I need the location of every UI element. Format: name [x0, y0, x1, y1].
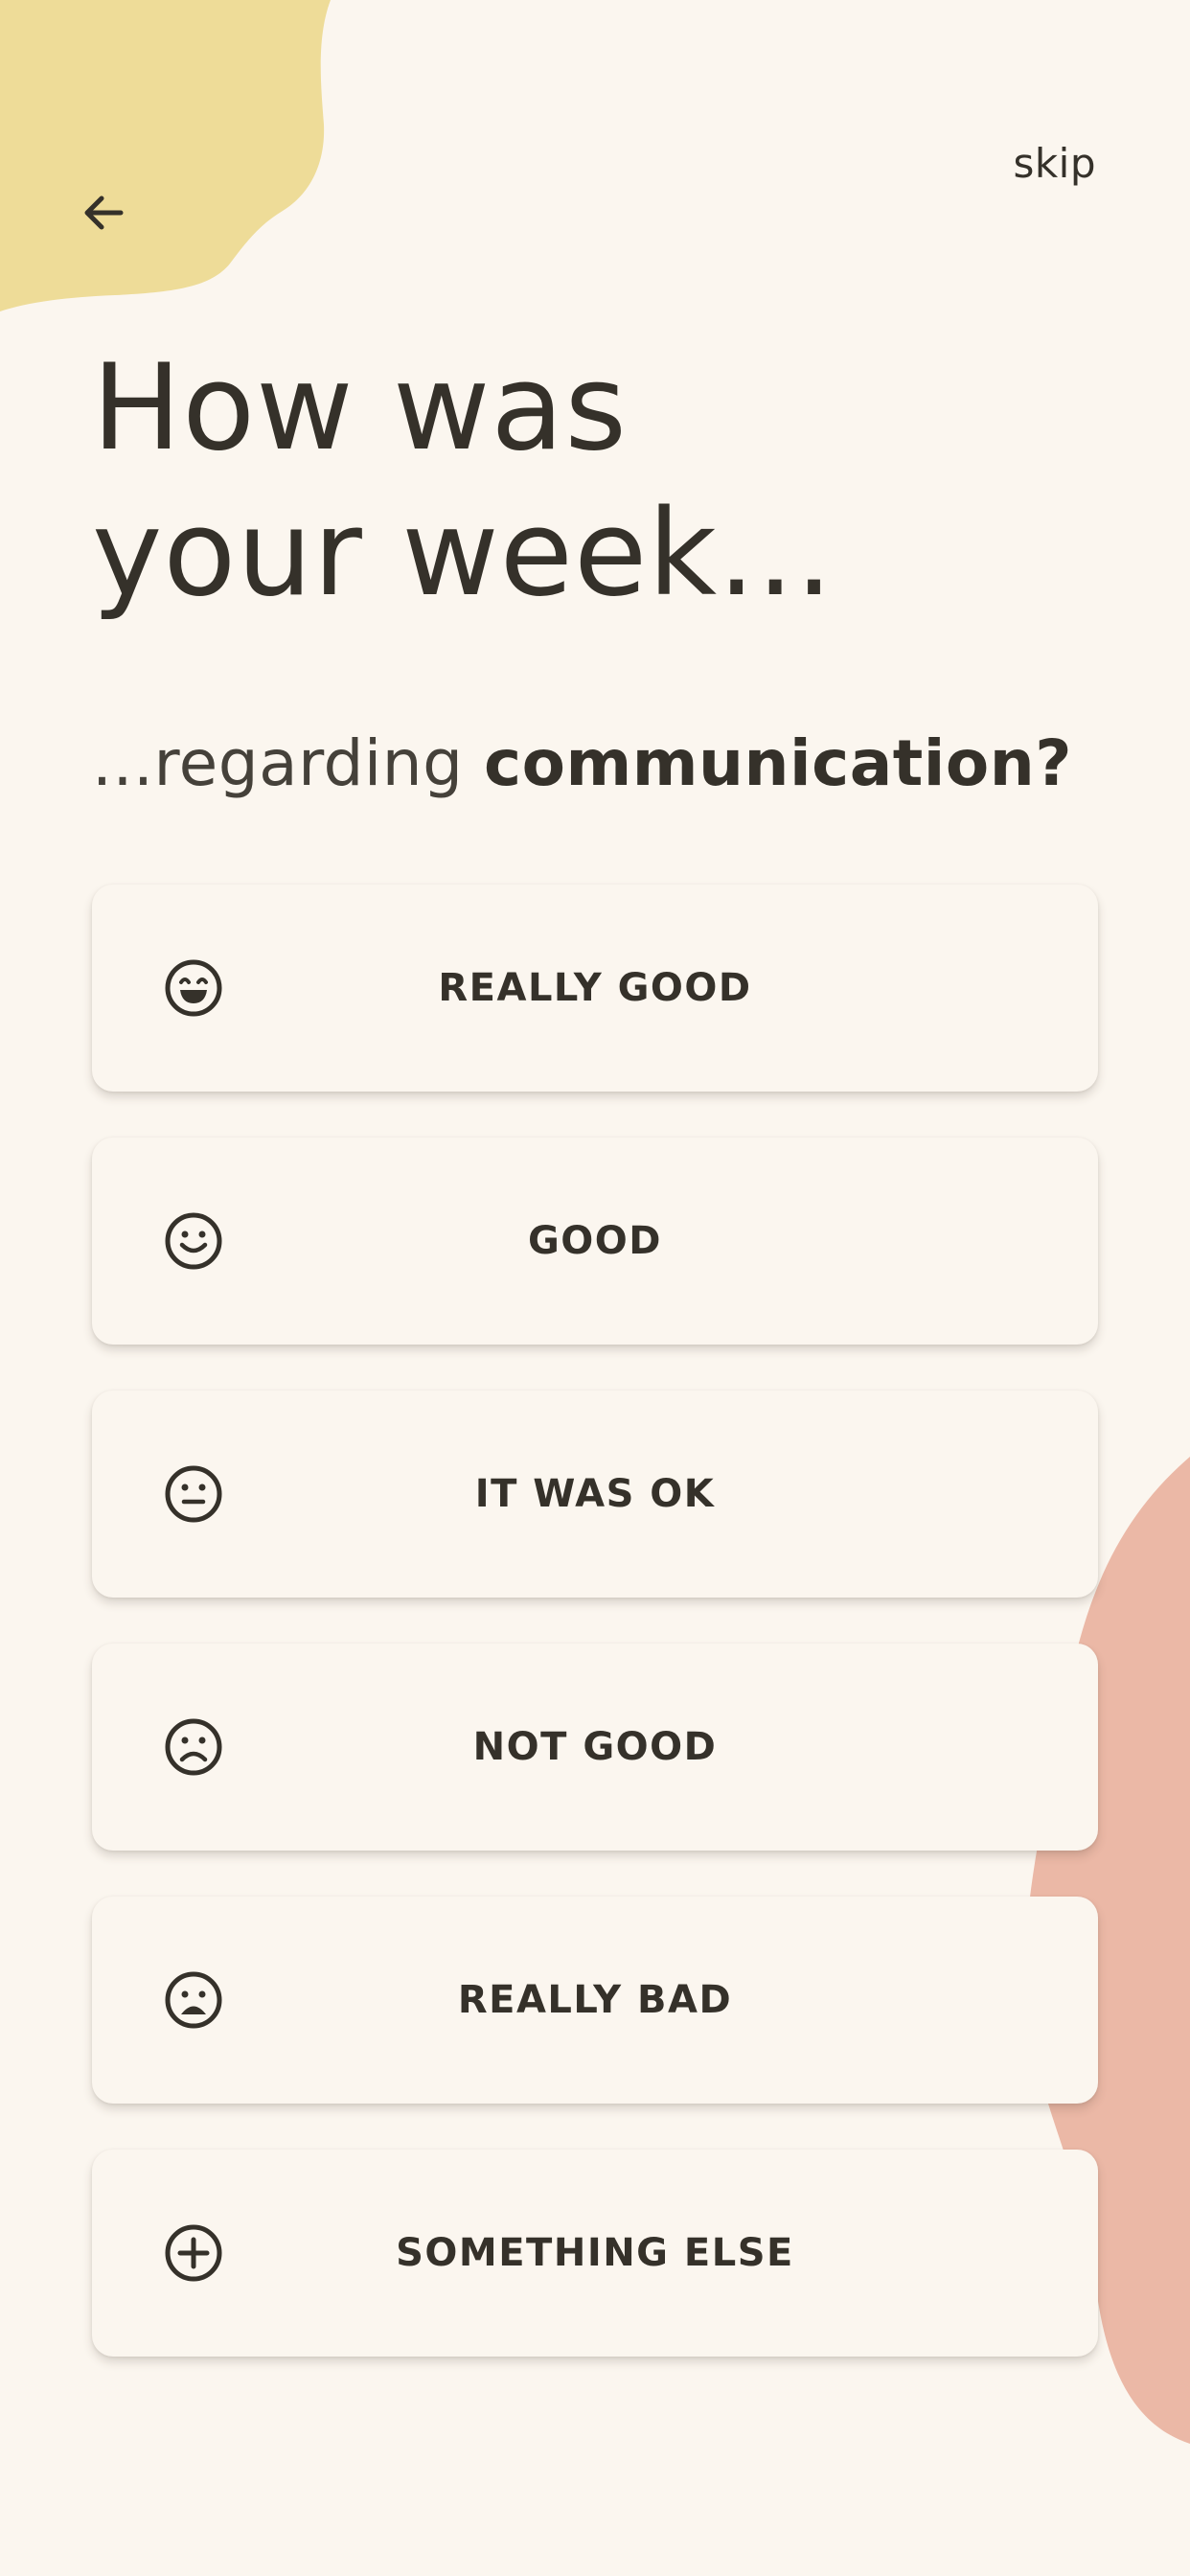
option-something-else-button[interactable]: SOMETHING ELSE [92, 2150, 1098, 2357]
option-label: GOOD [527, 1219, 663, 1263]
skip-link[interactable]: skip [1013, 140, 1096, 187]
page-title: How was your week... [92, 335, 834, 627]
option-label: REALLY BAD [457, 1978, 733, 2022]
page-title-line-1: How was [92, 339, 628, 477]
option-really-bad-button[interactable]: REALLY BAD [92, 1897, 1098, 2104]
question-subtitle: ...regarding communication? [92, 721, 1072, 807]
mood-options-list: REALLY GOOD GOOD IT WAS OK NOT GOOD REAL… [92, 885, 1098, 2403]
subtitle-topic: communication? [483, 726, 1073, 800]
option-not-good-button[interactable]: NOT GOOD [92, 1644, 1098, 1851]
subtitle-prefix: ...regarding [92, 726, 484, 800]
back-button[interactable] [63, 172, 144, 253]
option-label: NOT GOOD [472, 1725, 718, 1769]
mood-checkin-screen: skip How was your week... ...regarding c… [0, 0, 1190, 2576]
option-label: SOMETHING ELSE [396, 2231, 794, 2275]
yellow-blob-decoration [0, 0, 331, 311]
option-really-good-button[interactable]: REALLY GOOD [92, 885, 1098, 1092]
option-good-button[interactable]: GOOD [92, 1138, 1098, 1345]
option-label: IT WAS OK [474, 1472, 716, 1516]
arrow-left-icon [84, 196, 124, 230]
page-title-line-2: your week... [92, 485, 835, 623]
option-it-was-ok-button[interactable]: IT WAS OK [92, 1391, 1098, 1598]
option-label: REALLY GOOD [438, 966, 752, 1010]
